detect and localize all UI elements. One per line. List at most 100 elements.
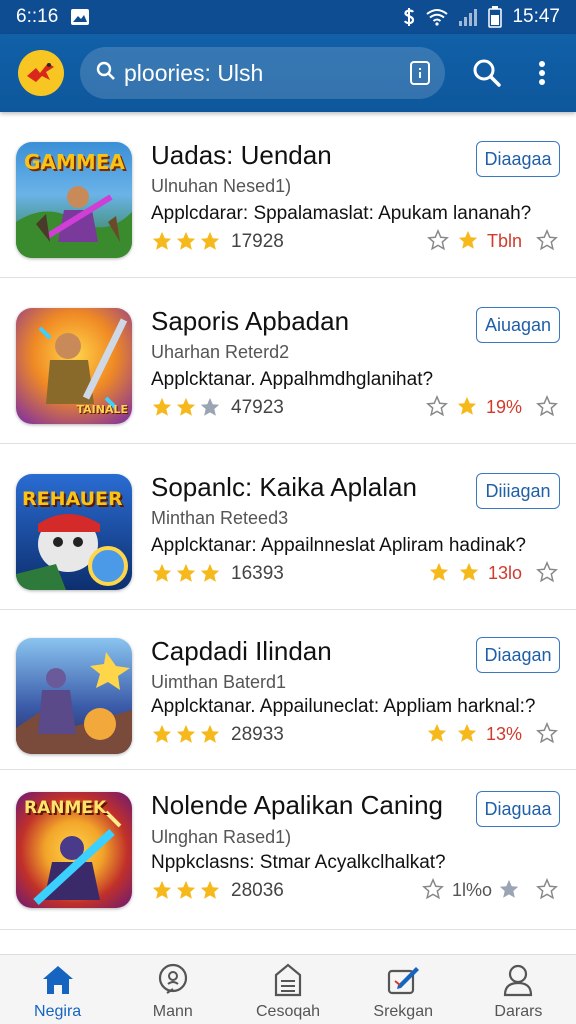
nav-item-chat[interactable]: Mann <box>115 955 230 1024</box>
star-filled-icon <box>456 395 480 419</box>
star-rating: 16393 <box>151 562 284 586</box>
list-item[interactable]: REHAUER Sopanlc: Kaika Aplalan Minthan R… <box>0 444 576 610</box>
right-stats: 13% <box>426 722 560 746</box>
app-icon[interactable]: GAMMEA <box>16 142 132 258</box>
nav-item-home[interactable]: Negira <box>0 955 115 1024</box>
status-time-left: 6::16 <box>16 6 59 27</box>
right-stats: 19% <box>426 395 560 419</box>
search-icon <box>96 61 116 86</box>
app-title[interactable]: Sopanlc: Kaika Aplalan <box>151 472 417 503</box>
list-item[interactable]: Capdadi Ilindan Uimthan Baterd1 Applckta… <box>0 610 576 770</box>
status-time-right: 15:47 <box>512 6 560 27</box>
edit-icon <box>385 963 421 997</box>
nav-label: Negira <box>34 1003 82 1020</box>
rating-count: 28933 <box>231 724 284 745</box>
app-list: GAMMEA Uadas: Uendan Ulnuhan Nesed1) App… <box>0 112 576 930</box>
star-filled-icon <box>457 229 481 253</box>
app-icon[interactable]: TAINALE <box>16 308 132 424</box>
app-developer: Minthan Reteed3 <box>151 508 289 528</box>
star-gray-icon <box>498 878 522 902</box>
dollar-icon <box>402 7 416 27</box>
nav-item-edit[interactable]: Srekgan <box>346 955 461 1024</box>
rating-count: 28036 <box>231 880 284 901</box>
app-icon-text: RANMEK <box>24 798 107 818</box>
list-item[interactable]: TAINALE Saporis Apbadan Uharhan Reterd2 … <box>0 278 576 444</box>
more-vert-icon[interactable] <box>521 51 564 95</box>
nav-item-profile[interactable]: Darars <box>461 955 576 1024</box>
star-filled-icon <box>175 230 199 254</box>
percent-label: 13% <box>485 723 522 744</box>
image-notification-icon <box>70 8 90 26</box>
app-icon-text: REHAUER <box>22 488 123 510</box>
nav-label: Cesoqah <box>255 1003 321 1020</box>
star-rating: 47923 <box>151 396 284 420</box>
right-stats: 13lo <box>428 561 560 585</box>
app-description: Applcktanar. Appailuneclat: Appliam hark… <box>151 696 536 717</box>
app-description: Applcdarar: Sppalamaslat: Apukam lananah… <box>151 203 532 224</box>
right-stats: 1l%o <box>422 878 560 902</box>
star-rating: 28933 <box>151 723 284 747</box>
document-icon <box>270 963 306 997</box>
star-outline-icon[interactable] <box>422 878 446 902</box>
chat-icon <box>155 963 191 997</box>
star-outline-icon[interactable] <box>427 229 451 253</box>
favorite-star-icon[interactable] <box>536 561 560 585</box>
star-gray-icon <box>199 396 223 420</box>
person-icon <box>500 963 536 997</box>
app-title[interactable]: Saporis Apbadan <box>151 306 349 337</box>
app-action-button[interactable]: Diiiagan <box>476 473 560 509</box>
rating-count: 16393 <box>231 563 284 584</box>
search-input[interactable] <box>124 59 394 87</box>
nav-item-document[interactable]: Cesoqah <box>230 955 345 1024</box>
app-developer: Uharhan Reterd2 <box>151 342 290 362</box>
favorite-star-icon[interactable] <box>536 878 560 902</box>
search-box[interactable] <box>80 47 446 99</box>
star-filled-icon <box>428 561 452 585</box>
percent-label: 1l%o <box>451 879 492 900</box>
star-filled-icon <box>151 396 175 420</box>
app-title[interactable]: Nolende Apalikan Caning <box>151 790 443 821</box>
app-icon[interactable] <box>16 638 132 754</box>
app-icon[interactable]: REHAUER <box>16 474 132 590</box>
star-filled-icon <box>175 723 199 747</box>
search-button-icon[interactable] <box>465 51 508 95</box>
star-filled-icon <box>151 879 175 903</box>
document-icon[interactable] <box>409 60 431 86</box>
list-item[interactable]: RANMEK Nolende Apalikan Caning Ulnghan R… <box>0 770 576 930</box>
app-action-button[interactable]: Diaagan <box>476 637 560 673</box>
star-filled-icon <box>175 879 199 903</box>
favorite-star-icon[interactable] <box>536 229 560 253</box>
app-description: Nppkclasns: Stmar Acyalkclhalkat? <box>151 852 446 873</box>
home-icon <box>40 963 76 997</box>
bottom-nav: Negira Mann Cesoqah Srekgan Darars <box>0 954 576 1024</box>
favorite-star-icon[interactable] <box>536 722 560 746</box>
app-title[interactable]: Capdadi Ilindan <box>151 636 332 667</box>
nav-label: Srekgan <box>373 1003 433 1020</box>
favorite-star-icon[interactable] <box>536 395 560 419</box>
percent-label: 13lo <box>487 562 522 583</box>
list-item[interactable]: GAMMEA Uadas: Uendan Ulnuhan Nesed1) App… <box>0 112 576 278</box>
right-stats: Tbln <box>427 229 560 253</box>
star-rating: 17928 <box>151 230 284 254</box>
star-rating: 28036 <box>151 879 284 903</box>
star-filled-icon <box>426 722 450 746</box>
app-title[interactable]: Uadas: Uendan <box>151 140 332 171</box>
app-icon[interactable]: RANMEK <box>16 792 132 908</box>
star-filled-icon <box>199 723 223 747</box>
star-filled-icon <box>199 230 223 254</box>
app-action-button[interactable]: Diaguaa <box>476 791 560 827</box>
wifi-icon <box>426 8 449 26</box>
app-developer: Uimthan Baterd1 <box>151 672 287 692</box>
app-action-button[interactable]: Diaagaa <box>476 141 560 177</box>
star-filled-icon <box>151 562 175 586</box>
star-outline-icon[interactable] <box>426 395 450 419</box>
battery-icon <box>488 6 503 28</box>
signal-icon <box>458 8 478 26</box>
star-filled-icon <box>456 722 480 746</box>
app-action-button[interactable]: Aiuagan <box>476 307 560 343</box>
app-logo-icon[interactable] <box>18 50 64 96</box>
app-developer: Ulnuhan Nesed1) <box>151 176 292 196</box>
star-filled-icon <box>199 879 223 903</box>
rating-count: 47923 <box>231 397 284 418</box>
star-filled-icon <box>199 562 223 586</box>
